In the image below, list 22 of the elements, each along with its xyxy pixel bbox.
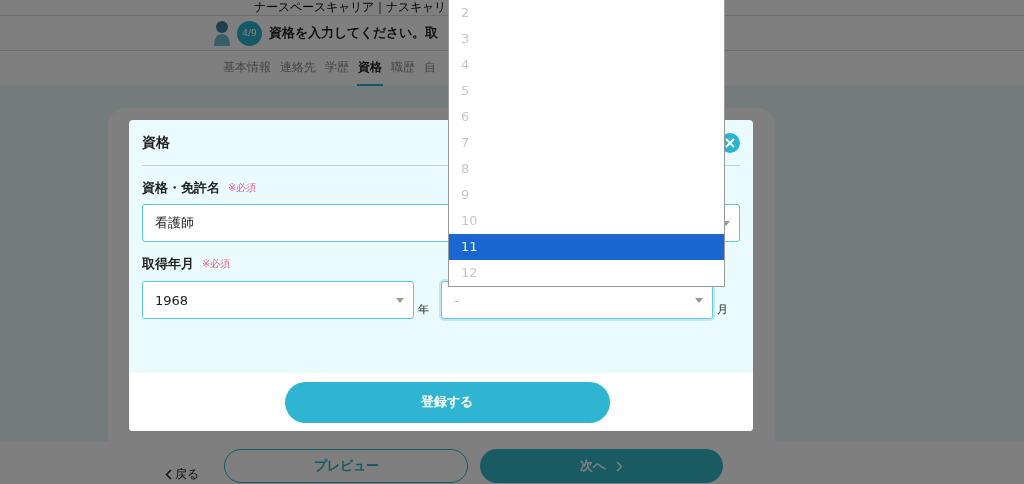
chevron-right-icon — [616, 460, 623, 472]
caret-icon — [694, 297, 703, 303]
unit-label: 月 — [715, 302, 729, 317]
required-note: ※必須 — [228, 181, 257, 195]
field-label: 取得年月 — [142, 255, 194, 273]
site-tagline: ナースペースキャリア｜ナスキャリ — [254, 0, 446, 15]
chevron-left-icon — [165, 468, 172, 480]
required-note: ※必須 — [202, 257, 231, 271]
year-select[interactable]: 1968 — [142, 281, 414, 319]
preview-button[interactable]: プレビュー — [224, 449, 468, 483]
step-tab[interactable]: 自 — [423, 51, 437, 86]
register-button[interactable]: 登録する — [284, 381, 610, 423]
unit-label: 年 — [416, 302, 430, 317]
next-button[interactable]: 次へ — [480, 449, 723, 483]
page-title: 資格を入力してください。取 — [269, 24, 438, 42]
dropdown-option[interactable]: 11 — [449, 234, 724, 260]
person-icon — [212, 20, 232, 46]
step-badge: 4/9 — [237, 20, 262, 46]
caret-icon — [395, 297, 404, 303]
field-label: 資格・免許名 — [142, 179, 220, 197]
modal-title: 資格 — [142, 133, 170, 152]
back-link[interactable]: 戻る — [165, 465, 224, 483]
